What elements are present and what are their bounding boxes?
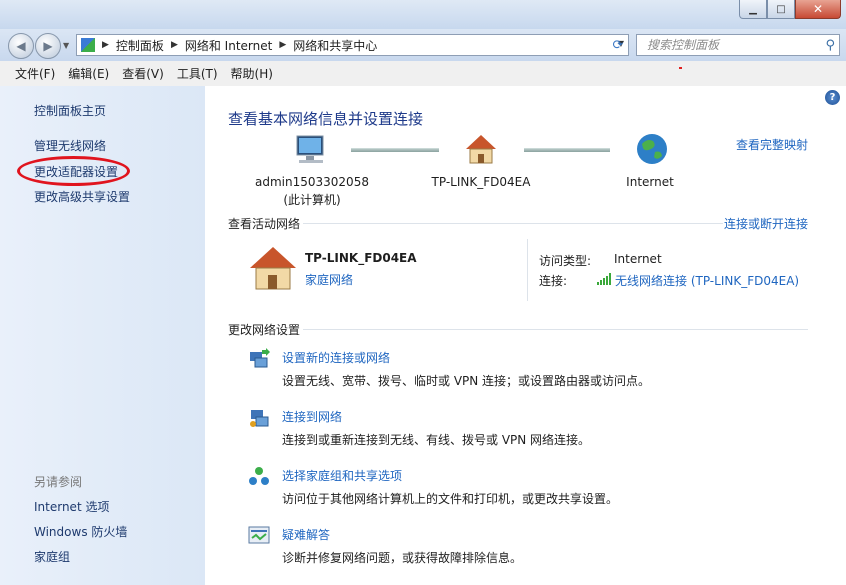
change-settings-heading: 更改网络设置 (228, 323, 301, 337)
forward-arrow-icon: ▶ (43, 39, 53, 53)
breadcrumb-separator-icon: ▶ (279, 40, 287, 50)
control-panel-icon (81, 38, 95, 52)
network-name: TP-LINK_FD04EA (305, 251, 417, 265)
search-input[interactable]: 搜索控制面板 ⚲ (636, 34, 840, 56)
connection-line-computer-router (351, 148, 439, 152)
task-homegroup-link[interactable]: 选择家庭组和共享选项 (282, 467, 402, 484)
forward-button[interactable]: ▶ (35, 33, 61, 59)
homegroup-sharing-icon (249, 467, 269, 485)
task-troubleshoot-desc: 诊断并修复网络问题，或获得故障排除信息。 (282, 551, 523, 565)
highlight-annotation-oval (17, 156, 130, 186)
divider (303, 223, 723, 224)
task-setup-connection-desc: 设置无线、宽带、拨号、临时或 VPN 连接；或设置路由器或访问点。 (282, 374, 651, 388)
window-controls: ▁ □ ✕ (739, 0, 841, 19)
breadcrumb-network-sharing-center[interactable]: 网络和共享中心 (293, 37, 377, 54)
breadcrumb-separator-icon: ▶ (170, 40, 178, 50)
vertical-divider (527, 239, 528, 301)
divider (303, 329, 808, 330)
address-bar[interactable]: ▶ 控制面板 ▶ 网络和 Internet ▶ 网络和共享中心 ▼ (76, 34, 629, 56)
task-homegroup-desc: 访问位于其他网络计算机上的文件和打印机，或更改共享设置。 (282, 492, 619, 506)
task-troubleshoot-link[interactable]: 疑难解答 (282, 526, 330, 543)
back-arrow-icon: ◀ (16, 39, 26, 53)
see-also-heading: 另请参阅 (34, 475, 83, 489)
menu-help[interactable]: 帮助(H) (231, 65, 273, 82)
page-title: 查看基本网络信息并设置连接 (228, 110, 424, 128)
internet-label: Internet (626, 175, 674, 189)
computer-name: admin1503302058 (255, 175, 369, 189)
back-button[interactable]: ◀ (8, 33, 34, 59)
navigation-bar: ◀ ▶ ▼ ▶ 控制面板 ▶ 网络和 Internet ▶ 网络和共享中心 ▼ … (0, 29, 846, 61)
menu-edit[interactable]: 编辑(E) (68, 65, 109, 82)
search-placeholder: 搜索控制面板 (647, 38, 720, 52)
recent-pages-dropdown[interactable]: ▼ (63, 41, 69, 50)
sidebar-item-control-panel-home[interactable]: 控制面板主页 (34, 102, 106, 119)
connection-line-router-internet (524, 148, 610, 152)
sidebar-item-manage-wireless[interactable]: 管理无线网络 (34, 137, 106, 154)
home-network-icon (466, 135, 496, 164)
computer-icon (296, 135, 324, 163)
internet-globe-icon (637, 134, 667, 164)
maximize-button[interactable]: □ (767, 0, 795, 19)
help-icon[interactable]: ? (825, 90, 840, 105)
window-titlebar: ▁ □ ✕ (0, 0, 846, 29)
connect-disconnect-link[interactable]: 连接或断开连接 (724, 215, 808, 232)
refresh-icon: ⟳ (612, 37, 624, 53)
network-type-link[interactable]: 家庭网络 (305, 271, 353, 288)
active-networks-heading: 查看活动网络 (228, 217, 301, 231)
task-connect-network-link[interactable]: 连接到网络 (282, 408, 342, 425)
sidebar-item-windows-firewall[interactable]: Windows 防火墙 (34, 523, 127, 540)
view-full-map-link[interactable]: 查看完整映射 (736, 136, 808, 153)
menu-file[interactable]: 文件(F) (15, 65, 55, 82)
task-connect-network-desc: 连接到或重新连接到无线、有线、拨号或 VPN 网络连接。 (282, 433, 591, 447)
breadcrumb-network-internet[interactable]: 网络和 Internet (185, 37, 272, 54)
wifi-signal-icon (597, 273, 611, 285)
menu-view[interactable]: 查看(V) (122, 65, 164, 82)
breadcrumb-separator-icon: ▶ (102, 40, 109, 50)
home-network-large-icon (250, 247, 296, 290)
minimize-button[interactable]: ▁ (739, 0, 767, 19)
breadcrumb-control-panel[interactable]: 控制面板 (116, 37, 164, 54)
new-connection-icon (250, 348, 270, 368)
wireless-connection-link[interactable]: 无线网络连接 (TP-LINK_FD04EA) (615, 272, 799, 289)
close-button[interactable]: ✕ (795, 0, 841, 19)
red-dot-marker (679, 67, 682, 69)
troubleshoot-icon (248, 526, 270, 544)
computer-sub-label: (此计算机) (283, 193, 341, 207)
sidebar-item-homegroup[interactable]: 家庭组 (34, 548, 70, 565)
connection-label: 连接: (539, 274, 568, 288)
menu-bar: 文件(F) 编辑(E) 查看(V) 工具(T) 帮助(H) (0, 61, 846, 87)
sidebar-item-internet-options[interactable]: Internet 选项 (34, 498, 109, 515)
access-type-label: 访问类型: (539, 254, 592, 268)
connect-network-icon (250, 410, 269, 427)
main-panel: ? 查看基本网络信息并设置连接 查看完整映射 admin1503302058 (… (205, 86, 846, 585)
access-type-value: Internet (614, 252, 662, 266)
menu-tools[interactable]: 工具(T) (177, 65, 218, 82)
refresh-button[interactable]: ⟳ (607, 35, 629, 55)
search-icon[interactable]: ⚲ (825, 36, 835, 56)
router-name: TP-LINK_FD04EA (431, 175, 531, 189)
task-setup-connection-link[interactable]: 设置新的连接或网络 (282, 349, 390, 366)
sidebar-item-advanced-sharing[interactable]: 更改高级共享设置 (34, 188, 130, 205)
